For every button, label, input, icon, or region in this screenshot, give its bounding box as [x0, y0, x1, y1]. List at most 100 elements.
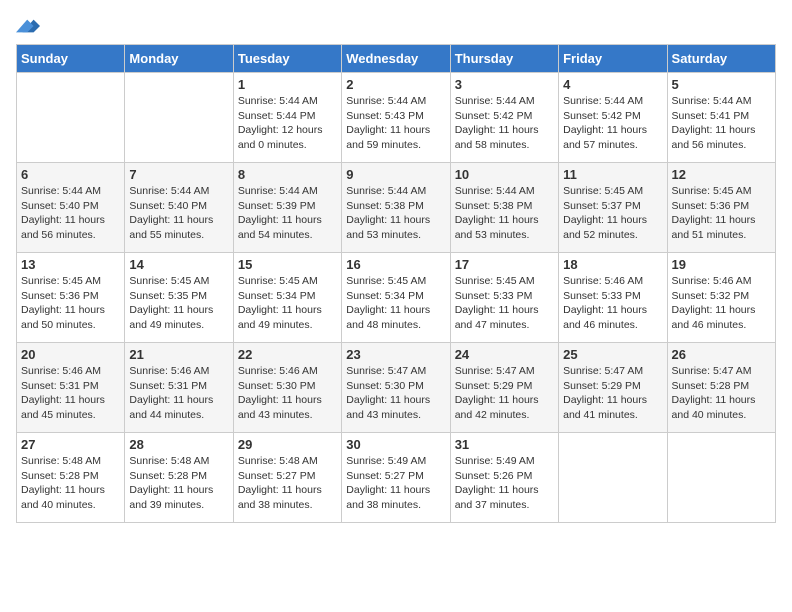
day-info: Sunrise: 5:44 AM Sunset: 5:42 PM Dayligh… — [455, 94, 554, 153]
day-number: 17 — [455, 257, 554, 272]
day-number: 9 — [346, 167, 445, 182]
day-info: Sunrise: 5:48 AM Sunset: 5:28 PM Dayligh… — [21, 454, 120, 513]
calendar-cell: 21 Sunrise: 5:46 AM Sunset: 5:31 PM Dayli… — [125, 343, 233, 433]
day-number: 13 — [21, 257, 120, 272]
calendar-cell: 10 Sunrise: 5:44 AM Sunset: 5:38 PM Dayli… — [450, 163, 558, 253]
calendar-cell: 2Sunrise: 5:44 AM Sunset: 5:43 PM Daylig… — [342, 73, 450, 163]
day-number: 6 — [21, 167, 120, 182]
calendar-cell: 9 Sunrise: 5:44 AM Sunset: 5:38 PM Daylig… — [342, 163, 450, 253]
day-info: Sunrise: 5:45 AM Sunset: 5:35 PM Dayligh… — [129, 274, 228, 333]
col-header-monday: Monday — [125, 45, 233, 73]
day-number: 29 — [238, 437, 337, 452]
day-number: 7 — [129, 167, 228, 182]
day-number: 20 — [21, 347, 120, 362]
day-number: 22 — [238, 347, 337, 362]
col-header-wednesday: Wednesday — [342, 45, 450, 73]
calendar-cell: 13 Sunrise: 5:45 AM Sunset: 5:36 PM Dayli… — [17, 253, 125, 343]
day-number: 12 — [672, 167, 771, 182]
calendar-cell: 15 Sunrise: 5:45 AM Sunset: 5:34 PM Dayli… — [233, 253, 341, 343]
calendar-cell: 1 Sunrise: 5:44 AM Sunset: 5:44 PM Daylig… — [233, 73, 341, 163]
day-info: Sunrise: 5:44 AM Sunset: 5:41 PM Dayligh… — [672, 94, 771, 153]
week-row-4: 20 Sunrise: 5:46 AM Sunset: 5:31 PM Dayli… — [17, 343, 776, 433]
col-header-tuesday: Tuesday — [233, 45, 341, 73]
day-info: Sunrise: 5:48 AM Sunset: 5:27 PM Dayligh… — [238, 454, 337, 513]
calendar-table: SundayMondayTuesdayWednesdayThursdayFrid… — [16, 44, 776, 523]
col-header-saturday: Saturday — [667, 45, 775, 73]
logo — [16, 16, 44, 36]
calendar-cell — [17, 73, 125, 163]
week-row-2: 6 Sunrise: 5:44 AM Sunset: 5:40 PM Daylig… — [17, 163, 776, 253]
calendar-cell: 11 Sunrise: 5:45 AM Sunset: 5:37 PM Dayli… — [559, 163, 667, 253]
calendar-cell: 8 Sunrise: 5:44 AM Sunset: 5:39 PM Daylig… — [233, 163, 341, 253]
day-number: 1 — [238, 77, 337, 92]
day-info: Sunrise: 5:44 AM Sunset: 5:44 PM Dayligh… — [238, 94, 337, 153]
day-info: Sunrise: 5:45 AM Sunset: 5:34 PM Dayligh… — [346, 274, 445, 333]
calendar-cell: 24 Sunrise: 5:47 AM Sunset: 5:29 PM Dayli… — [450, 343, 558, 433]
day-number: 14 — [129, 257, 228, 272]
week-row-1: 1 Sunrise: 5:44 AM Sunset: 5:44 PM Daylig… — [17, 73, 776, 163]
calendar-cell: 20 Sunrise: 5:46 AM Sunset: 5:31 PM Dayli… — [17, 343, 125, 433]
day-number: 5 — [672, 77, 771, 92]
day-info: Sunrise: 5:45 AM Sunset: 5:37 PM Dayligh… — [563, 184, 662, 243]
day-number: 30 — [346, 437, 445, 452]
header-row: SundayMondayTuesdayWednesdayThursdayFrid… — [17, 45, 776, 73]
day-info: Sunrise: 5:46 AM Sunset: 5:33 PM Dayligh… — [563, 274, 662, 333]
day-number: 24 — [455, 347, 554, 362]
day-info: Sunrise: 5:45 AM Sunset: 5:36 PM Dayligh… — [672, 184, 771, 243]
day-info: Sunrise: 5:46 AM Sunset: 5:31 PM Dayligh… — [129, 364, 228, 423]
calendar-cell — [125, 73, 233, 163]
day-info: Sunrise: 5:47 AM Sunset: 5:29 PM Dayligh… — [563, 364, 662, 423]
day-info: Sunrise: 5:49 AM Sunset: 5:27 PM Dayligh… — [346, 454, 445, 513]
day-info: Sunrise: 5:44 AM Sunset: 5:38 PM Dayligh… — [455, 184, 554, 243]
calendar-cell — [559, 433, 667, 523]
calendar-cell: 17Sunrise: 5:45 AM Sunset: 5:33 PM Dayli… — [450, 253, 558, 343]
day-number: 16 — [346, 257, 445, 272]
calendar-cell: 29 Sunrise: 5:48 AM Sunset: 5:27 PM Dayli… — [233, 433, 341, 523]
day-number: 18 — [563, 257, 662, 272]
day-number: 21 — [129, 347, 228, 362]
week-row-3: 13 Sunrise: 5:45 AM Sunset: 5:36 PM Dayli… — [17, 253, 776, 343]
day-number: 11 — [563, 167, 662, 182]
day-info: Sunrise: 5:46 AM Sunset: 5:31 PM Dayligh… — [21, 364, 120, 423]
day-info: Sunrise: 5:44 AM Sunset: 5:42 PM Dayligh… — [563, 94, 662, 153]
calendar-cell: 16 Sunrise: 5:45 AM Sunset: 5:34 PM Dayli… — [342, 253, 450, 343]
col-header-sunday: Sunday — [17, 45, 125, 73]
day-info: Sunrise: 5:49 AM Sunset: 5:26 PM Dayligh… — [455, 454, 554, 513]
day-number: 15 — [238, 257, 337, 272]
day-info: Sunrise: 5:44 AM Sunset: 5:40 PM Dayligh… — [21, 184, 120, 243]
day-info: Sunrise: 5:46 AM Sunset: 5:30 PM Dayligh… — [238, 364, 337, 423]
day-info: Sunrise: 5:45 AM Sunset: 5:36 PM Dayligh… — [21, 274, 120, 333]
calendar-cell: 3 Sunrise: 5:44 AM Sunset: 5:42 PM Daylig… — [450, 73, 558, 163]
day-info: Sunrise: 5:47 AM Sunset: 5:30 PM Dayligh… — [346, 364, 445, 423]
col-header-friday: Friday — [559, 45, 667, 73]
calendar-cell: 19 Sunrise: 5:46 AM Sunset: 5:32 PM Dayli… — [667, 253, 775, 343]
calendar-cell: 30 Sunrise: 5:49 AM Sunset: 5:27 PM Dayli… — [342, 433, 450, 523]
day-info: Sunrise: 5:46 AM Sunset: 5:32 PM Dayligh… — [672, 274, 771, 333]
day-number: 3 — [455, 77, 554, 92]
day-number: 31 — [455, 437, 554, 452]
page-header — [16, 16, 776, 36]
calendar-cell — [667, 433, 775, 523]
calendar-cell: 7 Sunrise: 5:44 AM Sunset: 5:40 PM Daylig… — [125, 163, 233, 253]
calendar-cell: 18 Sunrise: 5:46 AM Sunset: 5:33 PM Dayli… — [559, 253, 667, 343]
day-number: 28 — [129, 437, 228, 452]
day-number: 10 — [455, 167, 554, 182]
day-number: 4 — [563, 77, 662, 92]
day-number: 26 — [672, 347, 771, 362]
day-info: Sunrise: 5:44 AM Sunset: 5:43 PM Dayligh… — [346, 94, 445, 153]
calendar-cell: 14 Sunrise: 5:45 AM Sunset: 5:35 PM Dayli… — [125, 253, 233, 343]
day-info: Sunrise: 5:44 AM Sunset: 5:40 PM Dayligh… — [129, 184, 228, 243]
day-info: Sunrise: 5:44 AM Sunset: 5:38 PM Dayligh… — [346, 184, 445, 243]
day-info: Sunrise: 5:47 AM Sunset: 5:29 PM Dayligh… — [455, 364, 554, 423]
calendar-cell: 31 Sunrise: 5:49 AM Sunset: 5:26 PM Dayli… — [450, 433, 558, 523]
calendar-cell: 22 Sunrise: 5:46 AM Sunset: 5:30 PM Dayli… — [233, 343, 341, 433]
day-number: 23 — [346, 347, 445, 362]
week-row-5: 27Sunrise: 5:48 AM Sunset: 5:28 PM Dayli… — [17, 433, 776, 523]
day-info: Sunrise: 5:44 AM Sunset: 5:39 PM Dayligh… — [238, 184, 337, 243]
day-number: 8 — [238, 167, 337, 182]
day-info: Sunrise: 5:47 AM Sunset: 5:28 PM Dayligh… — [672, 364, 771, 423]
day-info: Sunrise: 5:45 AM Sunset: 5:34 PM Dayligh… — [238, 274, 337, 333]
calendar-cell: 26 Sunrise: 5:47 AM Sunset: 5:28 PM Dayli… — [667, 343, 775, 433]
calendar-cell: 12 Sunrise: 5:45 AM Sunset: 5:36 PM Dayli… — [667, 163, 775, 253]
day-number: 19 — [672, 257, 771, 272]
